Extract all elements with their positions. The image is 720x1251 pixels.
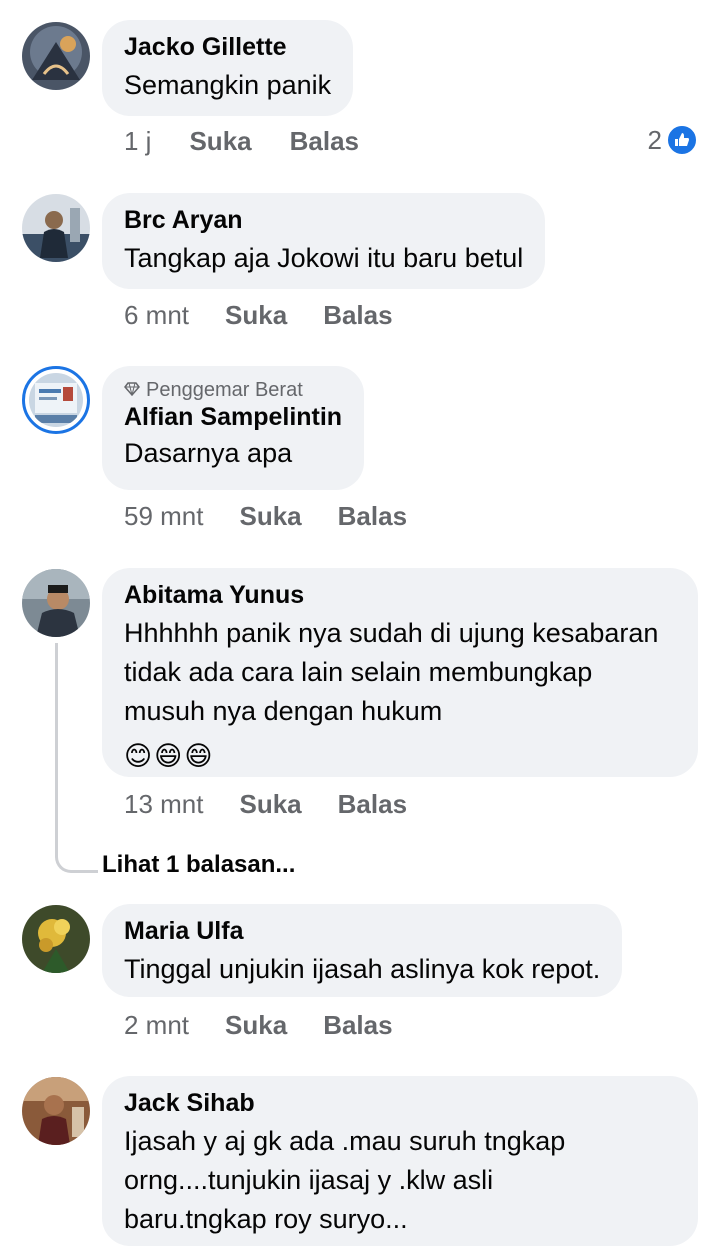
comment-bubble: Abitama Yunus Hhhhhh panik nya sudah di … (102, 568, 698, 777)
like-button[interactable]: Suka (240, 501, 302, 532)
avatar[interactable] (22, 569, 90, 637)
like-button[interactable]: Suka (240, 789, 302, 820)
avatar[interactable] (22, 194, 90, 262)
reply-button[interactable]: Balas (338, 789, 407, 820)
comment-time[interactable]: 1 j (124, 126, 151, 157)
comment-bubble: Brc Aryan Tangkap aja Jokowi itu baru be… (102, 193, 546, 289)
comment-text-line: Ijasah y aj gk ada .mau suruh tngkap (124, 1126, 566, 1156)
comment-author[interactable]: Maria Ulfa (124, 916, 600, 946)
reaction-count-label: 2 (647, 124, 662, 155)
badge-label: Penggemar Berat (146, 379, 303, 401)
grinning-face-icon: 😄 (154, 741, 183, 771)
thread-line (55, 643, 98, 873)
comment-actions: 59 mnt Suka Balas (124, 501, 407, 532)
reply-button[interactable]: Balas (290, 126, 359, 157)
view-replies-link[interactable]: Lihat 1 balasan... (102, 851, 295, 879)
comment-text: Tangkap aja Jokowi itu baru betul (124, 243, 524, 273)
comment-text: Dasarnya apa (124, 438, 293, 468)
comment-author[interactable]: Brc Aryan (124, 205, 523, 235)
comment-text-line: orng....tunjukin ijasaj y .klw asli (124, 1165, 494, 1195)
reaction-count[interactable]: 2 (648, 124, 698, 156)
comment-time[interactable]: 2 mnt (124, 1010, 189, 1041)
avatar[interactable] (22, 366, 90, 434)
comment-text: Ijasah y aj gk ada .mau suruh tngkap orn… (124, 1122, 676, 1239)
avatar[interactable] (22, 1077, 90, 1145)
comment-author[interactable]: Jacko Gillette (124, 32, 331, 62)
comment-actions: 2 mnt Suka Balas (124, 1010, 393, 1041)
reply-button[interactable]: Balas (338, 501, 407, 532)
comment-text-body: Hhhhhh panik nya sudah di ujung kesabara… (124, 618, 659, 726)
comment-bubble: Maria Ulfa Tinggal unjukin ijasah asliny… (102, 904, 623, 997)
top-fan-badge: Penggemar Berat (124, 378, 342, 402)
like-button[interactable]: Suka (225, 1010, 287, 1041)
reply-button[interactable]: Balas (323, 300, 392, 331)
like-button[interactable]: Suka (189, 126, 251, 157)
avatar[interactable] (22, 905, 90, 973)
thumbs-up-icon (666, 124, 698, 156)
comment-time[interactable]: 13 mnt (124, 789, 204, 820)
comment-text: Hhhhhh panik nya sudah di ujung kesabara… (124, 614, 676, 776)
comment-text: Semangkin panik (124, 70, 332, 100)
smiling-face-icon: 😊 (124, 741, 153, 771)
comment-time[interactable]: 59 mnt (124, 501, 204, 532)
avatar[interactable] (22, 22, 90, 90)
comment-text: Tinggal unjukin ijasah aslinya kok repot… (124, 954, 601, 984)
comment-text-line: baru.tngkap roy suryo... (124, 1204, 408, 1234)
comment-author[interactable]: Alfian Sampelintin (124, 402, 342, 432)
grinning-face-icon: 😄 (184, 741, 213, 771)
comment-actions: 1 j Suka Balas (124, 126, 359, 157)
comment-bubble: Penggemar Berat Alfian Sampelintin Dasar… (102, 366, 365, 490)
reply-button[interactable]: Balas (323, 1010, 392, 1041)
comment-actions: 6 mnt Suka Balas (124, 300, 393, 331)
comment-time[interactable]: 6 mnt (124, 300, 189, 331)
comment-actions: 13 mnt Suka Balas (124, 789, 407, 820)
like-button[interactable]: Suka (225, 300, 287, 331)
comment-author[interactable]: Abitama Yunus (124, 580, 676, 610)
comment-author[interactable]: Jack Sihab (124, 1088, 676, 1118)
diamond-icon (124, 378, 140, 402)
comment-bubble: Jacko Gillette Semangkin panik (102, 20, 354, 116)
comment-bubble: Jack Sihab Ijasah y aj gk ada .mau suruh… (102, 1076, 698, 1246)
